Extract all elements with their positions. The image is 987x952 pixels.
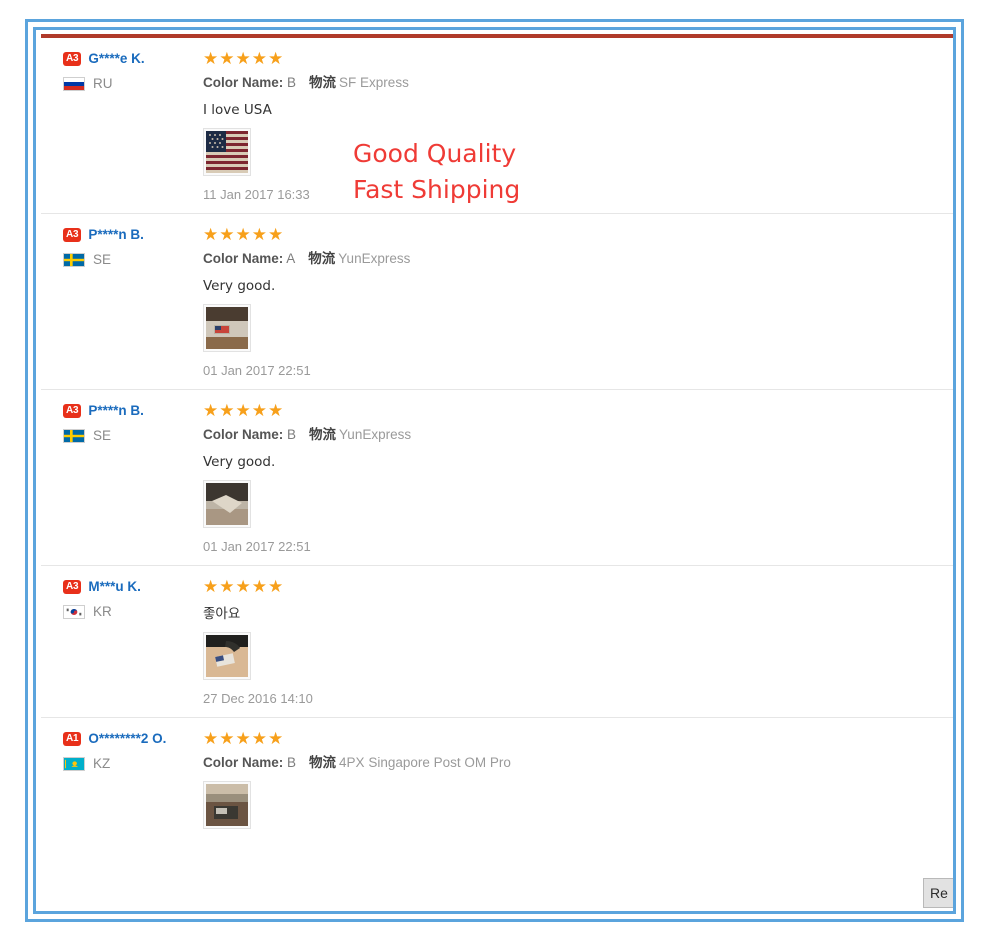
color-name-label: Color Name: [203,755,284,770]
reviewer-info: A1 O********2 O. KZ [41,730,199,829]
reviewer-name[interactable]: G****e K. [88,50,144,67]
reviewer-name[interactable]: P****n B. [88,226,144,243]
review-body: ★★★★★ Color Name: B 物流 YunExpress Very good.… [199,401,953,555]
inner-frame: A3 G****e K. RU ★★★★★ Color Name: B 物流 SF Expr… [33,27,956,914]
country-code: SE [93,428,112,443]
buyer-level-badge: A3 [63,404,82,418]
flag-icon-kz [63,756,85,771]
review-action-button[interactable]: Re [923,878,953,908]
review-attributes: Color Name: A 物流 YunExpress [203,250,953,268]
country-line: SE [63,428,199,443]
review-item: A3 M***u K. KR ★★★★★ 좋아요 27 Dec 2016 14:10 [41,566,953,718]
buyer-level-badge: A3 [63,52,82,66]
country-code: KZ [93,756,111,771]
reviewer-name-line: A3 P****n B. [63,402,199,419]
color-name-value: B [287,755,297,770]
country-line: RU [63,76,199,91]
review-comment: Very good. [203,454,276,470]
logistics-label: 物流 [309,755,337,771]
country-line: SE [63,252,199,267]
review-list: A3 G****e K. RU ★★★★★ Color Name: B 物流 SF Expr… [41,38,953,839]
review-item: A3 P****n B. SE ★★★★★ Color Name: B 物流 YunExpr… [41,390,953,566]
star-rating: ★★★★★ [203,401,285,420]
flag-icon-se [63,252,85,267]
review-comment: I love USA [203,102,272,118]
reviews-panel: A3 G****e K. RU ★★★★★ Color Name: B 物流 SF Expr… [41,34,953,911]
review-item: A3 G****e K. RU ★★★★★ Color Name: B 物流 SF Expr… [41,38,953,214]
review-photo-row [203,632,953,680]
flag-icon-se [63,428,85,443]
reviewer-info: A3 P****n B. SE [41,226,199,379]
review-timestamp: 27 Dec 2016 14:10 [203,691,313,706]
color-name-label: Color Name: [203,75,284,90]
review-body: ★★★★★ 좋아요 27 Dec 2016 14:10 [199,577,953,707]
review-photo-row [203,480,953,528]
country-code: KR [93,604,112,619]
reviewer-name[interactable]: M***u K. [88,578,141,595]
buyer-level-badge: A3 [63,580,82,594]
review-comment: Very good. [203,278,276,294]
reviewer-name[interactable]: O********2 O. [88,730,166,747]
review-attributes: Color Name: B 物流 4PX Singapore Post OM Pro [203,754,953,772]
buyer-level-badge: A1 [63,732,82,746]
color-name-label: Color Name: [203,427,284,442]
review-photo-row [203,304,953,352]
reviewer-info: A3 M***u K. KR [41,578,199,707]
logistics-label: 物流 [308,251,336,267]
reviewer-name-line: A3 G****e K. [63,50,199,67]
flag-icon-kr [63,604,85,619]
review-body: ★★★★★ Color Name: A 物流 YunExpress Very good.… [199,225,953,379]
review-photo-row [203,128,953,176]
reviewer-name[interactable]: P****n B. [88,402,144,419]
review-photo-thumbnail[interactable] [203,632,251,680]
review-timestamp: 11 Jan 2017 16:33 [203,187,310,202]
reviewer-name-line: A1 O********2 O. [63,730,199,747]
review-comment: 좋아요 [203,606,241,622]
review-photo-thumbnail[interactable] [203,480,251,528]
review-photo-row [203,781,953,829]
color-name-value: B [287,75,297,90]
country-code: SE [93,252,112,267]
logistics-label: 物流 [309,75,337,91]
flag-icon-ru [63,76,85,91]
review-photo-thumbnail[interactable] [203,304,251,352]
star-rating: ★★★★★ [203,577,285,596]
star-rating: ★★★★★ [203,49,285,68]
star-rating: ★★★★★ [203,225,285,244]
logistics-value: YunExpress [338,251,411,266]
star-rating: ★★★★★ [203,729,285,748]
review-photo-thumbnail[interactable] [203,128,251,176]
review-timestamp: 01 Jan 2017 22:51 [203,363,311,378]
buyer-level-badge: A3 [63,228,82,242]
logistics-value: 4PX Singapore Post OM Pro [339,755,511,770]
color-name-value: B [287,427,297,442]
reviewer-name-line: A3 P****n B. [63,226,199,243]
reviewer-name-line: A3 M***u K. [63,578,199,595]
review-attributes: Color Name: B 物流 YunExpress [203,426,953,444]
review-body: ★★★★★ Color Name: B 物流 4PX Singapore Post O… [199,729,953,829]
country-line: KZ [63,756,199,771]
outer-frame: A3 G****e K. RU ★★★★★ Color Name: B 物流 SF Expr… [25,19,964,922]
color-name-value: A [286,251,296,266]
logistics-value: SF Express [339,75,409,90]
color-name-label: Color Name: [203,251,284,266]
review-attributes: Color Name: B 物流 SF Express [203,74,953,92]
logistics-label: 物流 [309,427,337,443]
reviewer-info: A3 P****n B. SE [41,402,199,555]
reviewer-info: A3 G****e K. RU [41,50,199,203]
logistics-value: YunExpress [339,427,412,442]
review-item: A3 P****n B. SE ★★★★★ Color Name: A 物流 YunExpr… [41,214,953,390]
review-body: ★★★★★ Color Name: B 物流 SF Express I love USA… [199,49,953,203]
country-code: RU [93,76,113,91]
review-timestamp: 01 Jan 2017 22:51 [203,539,311,554]
review-photo-thumbnail[interactable] [203,781,251,829]
review-item: A1 O********2 O. KZ ★★★★★ Color Name: B 物流 4PX… [41,718,953,839]
country-line: KR [63,604,199,619]
